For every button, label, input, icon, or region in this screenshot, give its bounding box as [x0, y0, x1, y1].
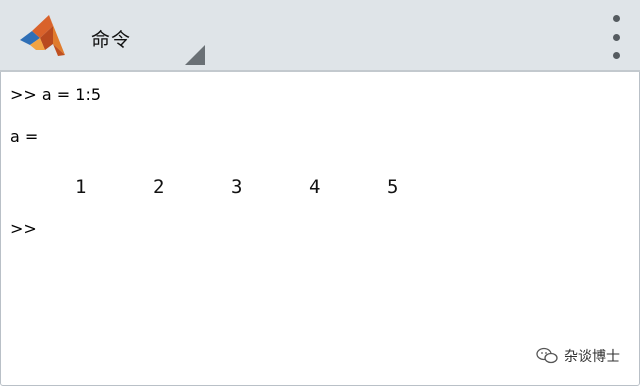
command-prompt[interactable]: >> [10, 219, 37, 238]
output-value: 2 [153, 176, 165, 198]
overflow-menu-icon[interactable] [606, 15, 626, 59]
menu-dot [612, 33, 620, 41]
watermark-text: 杂谈博士 [564, 349, 620, 365]
output-value: 5 [387, 176, 399, 198]
output-variable-name: a = [10, 127, 39, 146]
output-value: 4 [309, 176, 321, 198]
menu-dot [612, 52, 620, 59]
output-value: 3 [231, 176, 243, 198]
panel-title: 命令 [91, 29, 132, 51]
corner-triangle-icon[interactable] [185, 45, 205, 65]
output-value: 1 [75, 176, 87, 198]
matlab-logo-icon[interactable] [18, 14, 68, 58]
watermark: 杂谈博士 [536, 346, 620, 366]
menu-dot [612, 15, 620, 22]
toolbar: 命令 [0, 0, 640, 72]
command-line: >> a = 1:5 [10, 85, 102, 104]
wechat-icon [536, 347, 558, 364]
